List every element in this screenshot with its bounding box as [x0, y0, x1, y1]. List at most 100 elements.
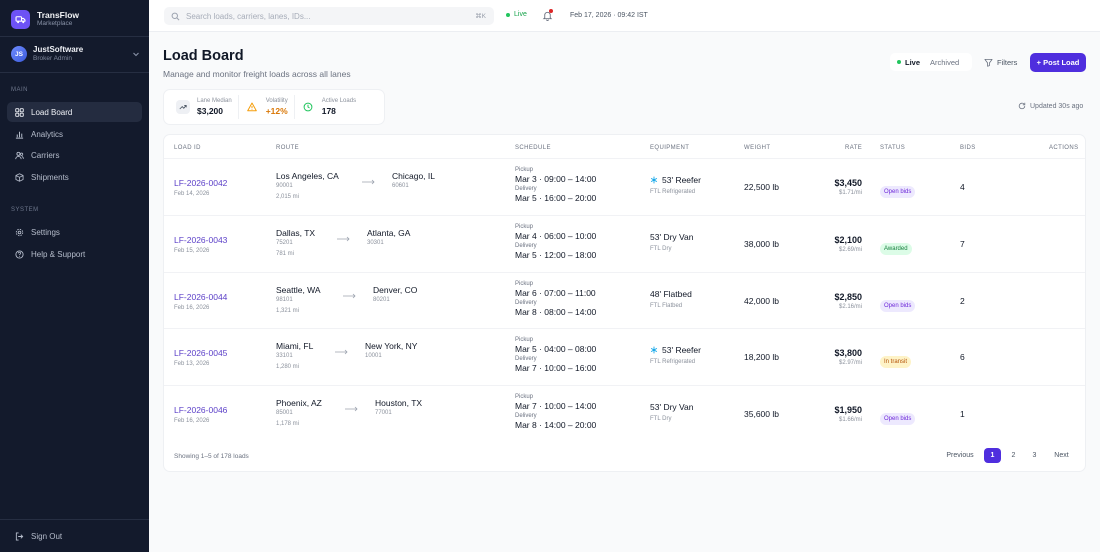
pickup-window: Mar 3 · 09:00 – 14:00	[515, 174, 597, 184]
table-row[interactable]: LF-2026-0045 Feb 13, 2026 Miami, FL 33101 1,…	[164, 328, 1085, 385]
route-destination: Houston, TX	[375, 398, 423, 408]
current-datetime: Feb 17, 2026 · 09:42 IST	[570, 12, 648, 19]
equipment-subtype: FTL Dry	[650, 416, 672, 422]
load-id-link[interactable]: LF-2026-0046	[174, 405, 227, 415]
trend-up-icon	[176, 100, 190, 114]
sidebar-item-carriers[interactable]: Carriers	[7, 145, 142, 165]
table-row[interactable]: LF-2026-0042 Feb 14, 2026 Los Angeles, CA 9…	[164, 158, 1085, 215]
stat-value: 178	[321, 106, 336, 117]
page-subtitle: Manage and monitor freight loads across …	[163, 69, 351, 79]
stat-active-loads: Active Loads 178	[293, 95, 362, 119]
tab-label: Live	[905, 57, 921, 67]
refresh-icon[interactable]	[1018, 102, 1026, 110]
search-box[interactable]: Search loads, carriers, lanes, IDs... ⌘K	[164, 7, 494, 25]
stat-volatility: Volatility +12%	[237, 95, 294, 119]
pagination-page[interactable]: 1	[984, 448, 1001, 463]
route-origin: Phoenix, AZ	[276, 398, 322, 408]
tab-live[interactable]: Live	[892, 55, 925, 69]
origin-zip: 85001	[276, 410, 293, 416]
delivery-window: Mar 8 · 08:00 – 14:00	[515, 307, 597, 317]
logout-icon	[15, 531, 24, 541]
live-dot-icon	[897, 60, 901, 64]
sidebar-item-help[interactable]: Help & Support	[7, 244, 142, 264]
pickup-label: Pickup	[515, 281, 534, 287]
stat-label: Lane Median	[197, 98, 232, 105]
equipment-label: 53' Dry Van	[650, 402, 694, 412]
arrow-right-icon	[362, 179, 375, 185]
origin-zip: 98101	[276, 297, 293, 303]
sign-out-label: Sign Out	[31, 531, 63, 541]
route-destination: Atlanta, GA	[367, 228, 411, 238]
sign-out-button[interactable]: Sign Out	[7, 526, 142, 546]
gear-icon	[15, 228, 24, 236]
equipment-subtype: FTL Refrigerated	[650, 359, 696, 365]
route-origin: Miami, FL	[276, 341, 314, 351]
load-id-link[interactable]: LF-2026-0042	[174, 178, 227, 188]
pagination-page[interactable]: 3	[1026, 448, 1043, 463]
filters-label: Filters	[997, 57, 1018, 67]
pickup-window: Mar 4 · 06:00 – 10:00	[515, 231, 597, 241]
load-rate: $3,450	[834, 178, 862, 188]
sidebar-item-load-board[interactable]: Load Board	[7, 102, 142, 122]
table-row[interactable]: LF-2026-0043 Feb 15, 2026 Dallas, TX 75201 7…	[164, 215, 1085, 272]
arrow-right-icon	[345, 406, 358, 412]
snowflake-icon	[650, 176, 658, 184]
tab-archived[interactable]: Archived	[925, 55, 964, 69]
delivery-label: Delivery	[515, 300, 537, 306]
account-switcher[interactable]: JS JustSoftware Broker Admin	[11, 45, 141, 63]
destination-zip: 60601	[392, 183, 409, 189]
post-load-button[interactable]: + Post Load	[1030, 53, 1086, 72]
table-row[interactable]: LF-2026-0046 Feb 16, 2026 Phoenix, AZ 85001…	[164, 385, 1085, 442]
brand-subtitle: Marketplace	[37, 20, 73, 27]
stats-bar: Lane Median $3,200 Volatility +12% Active …	[163, 89, 385, 125]
column-header: RATE	[845, 145, 863, 151]
equipment-type: 53' Reefer	[650, 345, 701, 355]
load-weight: 35,600 lb	[744, 409, 779, 419]
pickup-window: Mar 7 · 10:00 – 14:00	[515, 401, 597, 411]
route-origin: Seattle, WA	[276, 285, 321, 295]
pickup-label: Pickup	[515, 167, 534, 173]
load-id-link[interactable]: LF-2026-0044	[174, 292, 227, 302]
table-row[interactable]: LF-2026-0044 Feb 16, 2026 Seattle, WA 98101…	[164, 272, 1085, 329]
load-id-link[interactable]: LF-2026-0043	[174, 235, 227, 245]
sidebar-item-analytics[interactable]: Analytics	[7, 124, 142, 144]
equipment-label: 53' Reefer	[662, 345, 701, 355]
sidebar-item-shipments[interactable]: Shipments	[7, 167, 142, 187]
delivery-label: Delivery	[515, 243, 537, 249]
section-label-main: MAIN	[11, 87, 28, 93]
search-input[interactable]: Search loads, carriers, lanes, IDs...	[186, 12, 475, 21]
brand[interactable]: TransFlow Marketplace	[11, 7, 79, 31]
pagination-next[interactable]: Next	[1048, 448, 1075, 463]
pagination-previous[interactable]: Previous	[939, 448, 981, 463]
equipment-subtype: FTL Flatbed	[650, 303, 683, 309]
bid-count: 1	[960, 409, 965, 419]
live-label: Live	[514, 11, 527, 18]
filters-button[interactable]: Filters	[978, 54, 1023, 70]
rate-per-mile: $2.97/mi	[838, 360, 862, 366]
sidebar-item-settings[interactable]: Settings	[7, 222, 142, 242]
snowflake-icon	[650, 346, 658, 354]
delivery-label: Delivery	[515, 356, 537, 362]
rate-per-mile: $2.69/mi	[838, 247, 862, 253]
page-title: Load Board	[163, 48, 244, 64]
origin-zip: 33101	[276, 353, 293, 359]
load-id-link[interactable]: LF-2026-0045	[174, 348, 227, 358]
delivery-window: Mar 5 · 12:00 – 18:00	[515, 250, 597, 260]
status-badge: Open bids	[880, 186, 916, 198]
notification-dot	[549, 9, 553, 13]
stat-label: Volatility	[265, 98, 288, 105]
pagination-page[interactable]: 2	[1005, 448, 1022, 463]
sidebar-item-label: Carriers	[31, 150, 60, 160]
destination-zip: 80201	[373, 297, 390, 303]
stat-value: +12%	[265, 106, 288, 117]
load-rate: $1,950	[834, 405, 862, 415]
load-date: Feb 16, 2026	[174, 305, 210, 311]
box-icon	[15, 172, 24, 182]
pickup-label: Pickup	[515, 394, 534, 400]
bid-count: 7	[960, 239, 965, 249]
table-footer: Showing 1–5 of 178 loads	[174, 453, 249, 460]
arrow-right-icon	[343, 293, 356, 299]
load-weight: 42,000 lb	[744, 296, 779, 306]
origin-zip: 90001	[276, 183, 293, 189]
route-destination: New York, NY	[365, 341, 418, 351]
